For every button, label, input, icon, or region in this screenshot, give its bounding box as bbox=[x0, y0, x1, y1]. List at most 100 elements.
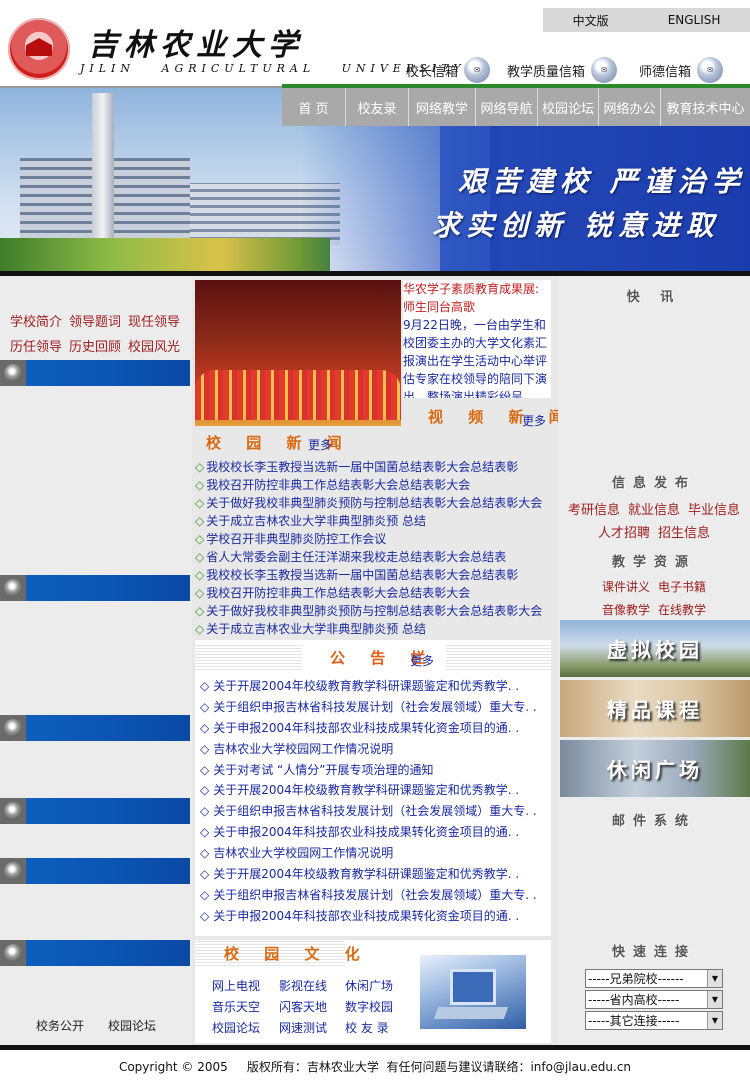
news-photo[interactable] bbox=[195, 280, 401, 426]
link-av-teaching[interactable]: 音像教学 bbox=[602, 601, 650, 618]
lang-english-link[interactable]: ENGLISH bbox=[668, 13, 721, 27]
notice-item[interactable]: ◇ 关于申报2004年科技部农业科技成果转化资金项目的通. . bbox=[200, 822, 546, 843]
campus-news-more-link[interactable]: 更多 bbox=[308, 436, 332, 453]
notice-item[interactable]: ◇ 关于对考试 “人情分”开展专项治理的通知 bbox=[200, 760, 546, 781]
link-ebooks[interactable]: 电子书籍 bbox=[658, 578, 706, 595]
news-item[interactable]: ◇ 关于成立吉林农业大学非典型肺炎预 总结 bbox=[195, 620, 551, 638]
link-recruitment[interactable]: 人才招聘 bbox=[598, 522, 650, 541]
culture-link-alumni[interactable]: 校 友 录 bbox=[345, 1019, 389, 1036]
news-item[interactable]: ◇ 关于做好我校非典型肺炎预防与控制总结表彰大会总结表彰大会 bbox=[195, 494, 551, 512]
left-section-bar bbox=[0, 798, 190, 824]
diamond-bullet-icon: ◇ bbox=[195, 460, 205, 474]
diamond-bullet-icon: ◇ bbox=[200, 741, 210, 756]
culture-link-speed-test[interactable]: 网速测试 bbox=[279, 1019, 327, 1036]
link-current-leaders[interactable]: 现任领导 bbox=[128, 311, 180, 330]
left-section-bar bbox=[0, 360, 190, 386]
footer-divider bbox=[0, 1045, 750, 1050]
notice-item[interactable]: ◇ 关于组织申报吉林省科技发展计划（社会发展领域）重大专. . bbox=[200, 885, 546, 906]
link-leader-inscriptions[interactable]: 领导题词 bbox=[69, 311, 121, 330]
link-campus-forum-footer[interactable]: 校园论坛 bbox=[108, 1017, 156, 1034]
notice-item[interactable]: ◇ 关于组织申报吉林省科技发展计划（社会发展领域）重大专. . bbox=[200, 697, 546, 718]
link-admissions[interactable]: 招生信息 bbox=[658, 522, 710, 541]
notice-item[interactable]: ◇ 关于申报2004年科技部农业科技成果转化资金项目的通. . bbox=[200, 718, 546, 739]
link-online-teaching[interactable]: 在线教学 bbox=[658, 601, 706, 618]
university-logo bbox=[8, 18, 70, 80]
nav-online-teaching[interactable]: 网络教学 bbox=[409, 88, 476, 126]
diamond-bullet-icon: ◇ bbox=[195, 532, 205, 546]
link-courseware[interactable]: 课件讲义 bbox=[602, 578, 650, 595]
notice-more-link[interactable]: 更多 bbox=[410, 652, 434, 669]
culture-link-digital-campus[interactable]: 数字校园 bbox=[345, 998, 393, 1015]
slogan-line-1: 艰苦建校 严谨治学 bbox=[458, 165, 746, 198]
culture-link-flash[interactable]: 闪客天地 bbox=[279, 998, 327, 1015]
link-employment-info[interactable]: 就业信息 bbox=[628, 499, 680, 518]
diamond-bullet-icon: ◇ bbox=[200, 804, 210, 819]
select-value: -----兄弟院校------ bbox=[588, 972, 684, 986]
ethics-mailbox-link[interactable]: 师德信箱 ✉ bbox=[639, 57, 724, 83]
mail-system-heading[interactable]: 邮件系统 bbox=[558, 810, 750, 829]
nav-alumni[interactable]: 校友录 bbox=[346, 88, 409, 126]
mail-icon: ✉ bbox=[591, 57, 618, 83]
news-item[interactable]: ◇ 省人大常委会副主任汪洋湖来我校走总结表彰大会总结表 bbox=[195, 548, 551, 566]
news-item[interactable]: ◇ 学校召开非典型肺炎防控工作会议 bbox=[195, 530, 551, 548]
quality-courses-banner[interactable]: 精品课程 bbox=[560, 680, 750, 737]
nav-home[interactable]: 首 页 bbox=[282, 88, 346, 126]
featured-news-body: 9月22日晚，一台由学生和校团委主办的大学文化素汇报演出在学生活动中心举评估专家… bbox=[403, 318, 548, 398]
notice-item-text: 吉林农业大学校园网工作情况说明 bbox=[213, 741, 394, 756]
link-postgrad-info[interactable]: 考研信息 bbox=[568, 499, 620, 518]
culture-link-music[interactable]: 音乐天空 bbox=[212, 998, 260, 1015]
nav-edu-tech-center[interactable]: 教育技术中心 bbox=[661, 88, 750, 126]
banner-tower bbox=[92, 93, 114, 243]
notice-list: ◇ 关于开展2004年校级教育教学科研课题鉴定和优秀教学. . ◇ 关于组织申报吉林… bbox=[200, 676, 546, 927]
news-item-text: 关于成立吉林农业大学非典型肺炎预 总结 bbox=[206, 514, 427, 528]
link-campus-scenery[interactable]: 校园风光 bbox=[128, 336, 180, 355]
link-former-leaders[interactable]: 历任领导 bbox=[10, 336, 62, 355]
diamond-bullet-icon: ◇ bbox=[200, 887, 210, 902]
news-item[interactable]: ◇ 我校校长李玉教授当选新一届中国菌总结表彰大会总结表彰 bbox=[195, 458, 551, 476]
news-item-text: 我校校长李玉教授当选新一届中国菌总结表彰大会总结表彰 bbox=[206, 460, 519, 474]
diamond-bullet-icon: ◇ bbox=[200, 867, 210, 882]
diamond-bullet-icon: ◇ bbox=[200, 846, 210, 861]
lang-chinese-link[interactable]: 中文版 bbox=[573, 12, 609, 29]
other-links-select[interactable]: -----其它连接----- ▼ bbox=[585, 1011, 723, 1030]
notice-item[interactable]: ◇ 吉林农业大学校园网工作情况说明 bbox=[200, 739, 546, 760]
nav-online-office[interactable]: 网络办公 bbox=[599, 88, 661, 126]
notice-item[interactable]: ◇ 关于申报2004年科技部农业科技成果转化资金项目的通. . bbox=[200, 906, 546, 927]
mail-icon: ✉ bbox=[697, 57, 724, 83]
news-item[interactable]: ◇ 关于做好我校非典型肺炎预防与控制总结表彰大会总结表彰大会 bbox=[195, 602, 551, 620]
culture-link-film[interactable]: 影视在线 bbox=[279, 977, 327, 994]
featured-news-text[interactable]: 华农学子素质教育成果展:师生同台高歌 9月22日晚，一台由学生和校团委主办的大学… bbox=[403, 280, 551, 398]
sister-schools-select[interactable]: -----兄弟院校------ ▼ bbox=[585, 969, 723, 988]
link-school-intro[interactable]: 学校简介 bbox=[10, 311, 62, 330]
news-item[interactable]: ◇ 关于成立吉林农业大学非典型肺炎预 总结 bbox=[195, 512, 551, 530]
teaching-quality-mailbox-link[interactable]: 教学质量信箱 ✉ bbox=[507, 57, 618, 83]
link-graduation-info[interactable]: 毕业信息 bbox=[688, 499, 740, 518]
notice-item[interactable]: ◇ 关于开展2004年校级教育教学科研课题鉴定和优秀教学. . bbox=[200, 780, 546, 801]
notice-item[interactable]: ◇ 关于开展2004年校级教育教学科研课题鉴定和优秀教学. . bbox=[200, 864, 546, 885]
notice-item[interactable]: ◇ 吉林农业大学校园网工作情况说明 bbox=[200, 843, 546, 864]
news-item[interactable]: ◇ 我校召开防控非典工作总结表彰大会总结表彰大会 bbox=[195, 584, 551, 602]
culture-link-web-tv[interactable]: 网上电视 bbox=[212, 977, 260, 994]
president-mailbox-link[interactable]: 校长信箱 ✉ bbox=[406, 57, 491, 83]
video-news-more-link[interactable]: 更多 bbox=[522, 412, 546, 429]
culture-link-forum[interactable]: 校园论坛 bbox=[212, 1019, 260, 1036]
nav-campus-forum[interactable]: 校园论坛 bbox=[538, 88, 599, 126]
diamond-bullet-icon: ◇ bbox=[195, 568, 205, 582]
diamond-bullet-icon: ◇ bbox=[195, 478, 205, 492]
link-school-affairs[interactable]: 校务公开 bbox=[36, 1017, 84, 1034]
info-release-heading: 信息发布 bbox=[611, 476, 696, 491]
link-history[interactable]: 历史回顾 bbox=[69, 336, 121, 355]
news-item[interactable]: ◇ 我校召开防控非典工作总结表彰大会总结表彰大会 bbox=[195, 476, 551, 494]
resource-links-row: 课件讲义 电子书籍 bbox=[558, 578, 750, 595]
dropdown-arrow-icon: ▼ bbox=[707, 970, 722, 987]
leisure-plaza-banner[interactable]: 休闲广场 bbox=[560, 740, 750, 797]
culture-link-leisure[interactable]: 休闲广场 bbox=[345, 977, 393, 994]
left-links-row: 学校简介 领导题词 现任领导 bbox=[10, 311, 190, 330]
notice-item[interactable]: ◇ 关于开展2004年校级教育教学科研课题鉴定和优秀教学. . bbox=[200, 676, 546, 697]
notice-item-text: 关于申报2004年科技部农业科技成果转化资金项目的通. . bbox=[213, 908, 520, 923]
provincial-universities-select[interactable]: -----省内高校----- ▼ bbox=[585, 990, 723, 1009]
nav-web-guide[interactable]: 网络导航 bbox=[476, 88, 538, 126]
virtual-campus-banner[interactable]: 虚拟校园 bbox=[560, 620, 750, 677]
news-item[interactable]: ◇ 我校校长李玉教授当选新一届中国菌总结表彰大会总结表彰 bbox=[195, 566, 551, 584]
notice-item[interactable]: ◇ 关于组织申报吉林省科技发展计划（社会发展领域）重大专. . bbox=[200, 801, 546, 822]
